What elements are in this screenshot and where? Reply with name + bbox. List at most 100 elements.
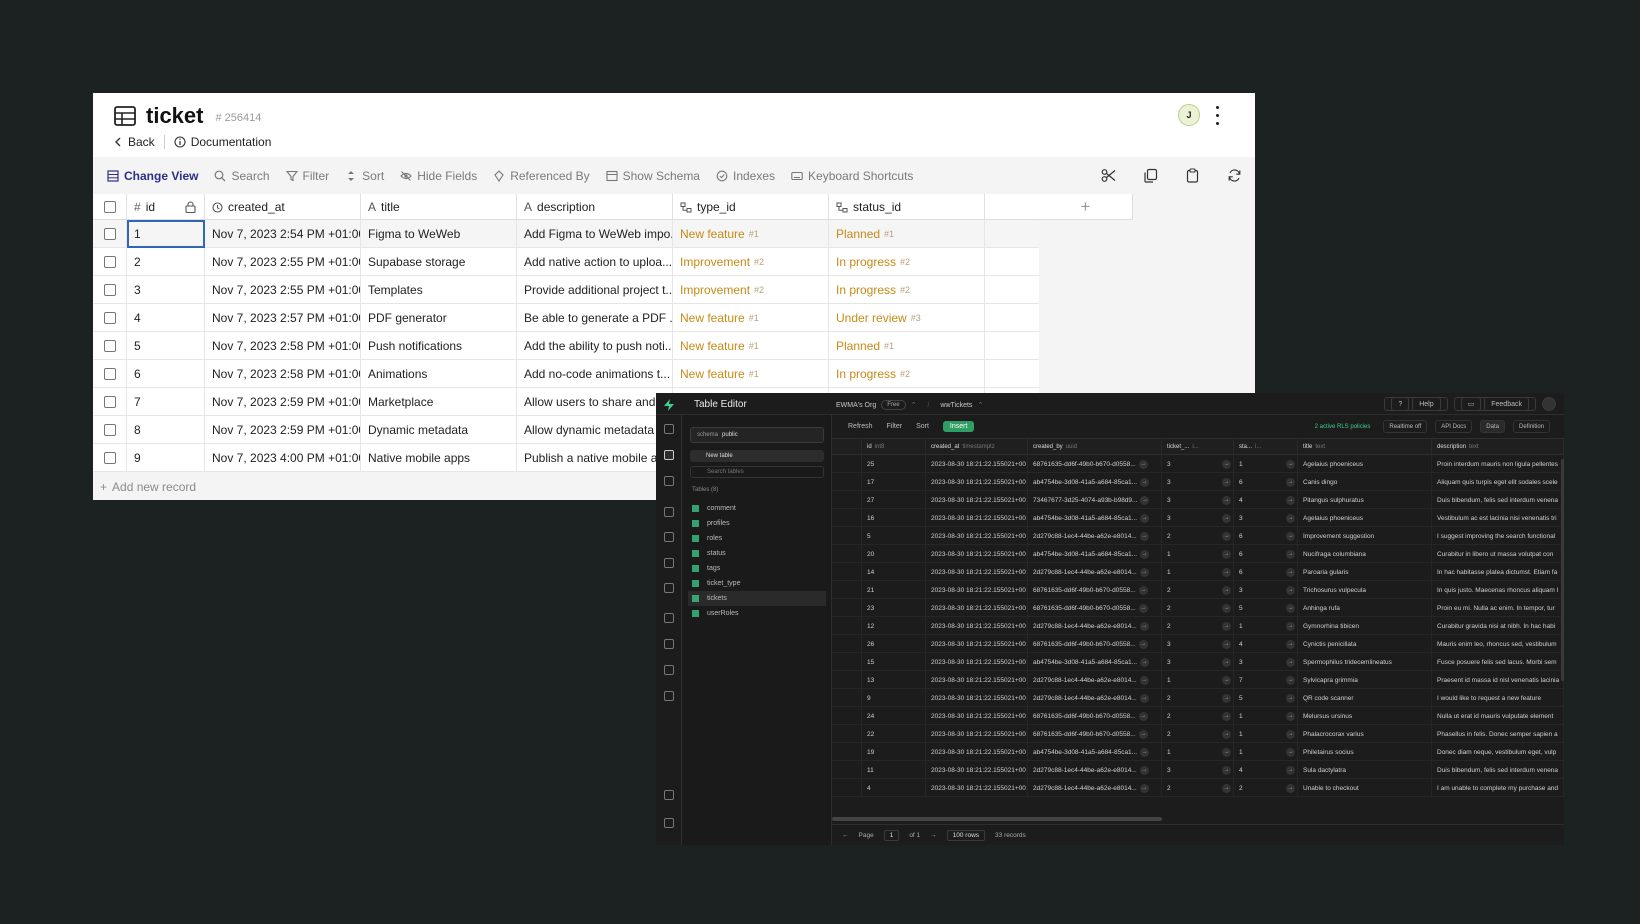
cell-ticket[interactable]: 1 → xyxy=(1162,671,1234,689)
cell-title[interactable]: Sylvicapra grimmia xyxy=(1298,671,1432,689)
table-row[interactable]: 16 2023-08-30 18:21:22.155021+00 ab4754be-… xyxy=(832,509,1564,527)
show-schema-button[interactable]: Show Schema xyxy=(606,169,700,183)
row-checkbox-cell[interactable] xyxy=(93,276,127,304)
arrow-right-icon[interactable]: → xyxy=(1286,477,1295,487)
cell-id[interactable]: 11 xyxy=(862,761,926,779)
cell-title[interactable]: Dynamic metadata xyxy=(361,416,517,444)
arrow-right-icon[interactable]: → xyxy=(1286,495,1295,505)
cell-created-at[interactable]: 2023-08-30 18:21:22.155021+00 xyxy=(926,563,1028,581)
cell-title[interactable]: Spermophilus tridecemlineatus xyxy=(1298,653,1432,671)
arrow-right-icon[interactable]: → xyxy=(1286,639,1295,649)
cell-status[interactable]: 4 → xyxy=(1234,491,1298,509)
org-name[interactable]: EWMA's Org xyxy=(836,402,876,409)
cell-created-at[interactable]: Nov 7, 2023 2:57 PM +01:00 xyxy=(205,304,361,332)
cell-created-by[interactable]: ab4754be-3d08-41a5-a684-85ca1... → xyxy=(1028,545,1162,563)
cell-title[interactable]: Nucifraga columbiana xyxy=(1298,545,1432,563)
cell-title[interactable]: Trichosurus vulpecula xyxy=(1298,581,1432,599)
arrow-right-icon[interactable]: → xyxy=(1140,549,1150,559)
table-row[interactable]: 24 2023-08-30 18:21:22.155021+00 68761635-… xyxy=(832,707,1564,725)
row-checkbox[interactable] xyxy=(832,563,862,581)
arrow-right-icon[interactable]: → xyxy=(1140,657,1150,667)
table-row[interactable]: 2 Nov 7, 2023 2:55 PM +01:00 Supabase stor… xyxy=(93,248,1039,276)
arrow-right-icon[interactable]: → xyxy=(1222,729,1231,739)
cell-created-at[interactable]: 2023-08-30 18:21:22.155021+00 xyxy=(926,545,1028,563)
cell-status[interactable]: 2 → xyxy=(1234,779,1298,797)
table-row[interactable]: 15 2023-08-30 18:21:22.155021+00 ab4754be-… xyxy=(832,653,1564,671)
cell-id[interactable]: 23 xyxy=(862,599,926,617)
cell-created-at[interactable]: 2023-08-30 18:21:22.155021+00 xyxy=(926,635,1028,653)
sql-editor-icon[interactable] xyxy=(664,476,674,486)
arrow-right-icon[interactable]: → xyxy=(1222,459,1231,469)
row-checkbox-cell[interactable] xyxy=(93,416,127,444)
add-column-button[interactable]: + xyxy=(1039,194,1133,220)
arrow-right-icon[interactable]: → xyxy=(1222,477,1231,487)
cell-id[interactable]: 26 xyxy=(862,635,926,653)
cell-ticket[interactable]: 2 → xyxy=(1162,707,1234,725)
cell-created-at[interactable]: Nov 7, 2023 2:55 PM +01:00 xyxy=(205,248,361,276)
cell-title[interactable]: Anhinga rufa xyxy=(1298,599,1432,617)
sidebar-item-status[interactable]: status xyxy=(692,546,826,561)
cell-ticket[interactable]: 2 → xyxy=(1162,599,1234,617)
arrow-right-icon[interactable]: → xyxy=(1139,531,1149,541)
cell-created-at[interactable]: 2023-08-30 18:21:22.155021+00 xyxy=(926,743,1028,761)
cell-description[interactable]: Add native action to uploa... xyxy=(517,248,673,276)
cell-id[interactable]: 20 xyxy=(862,545,926,563)
row-checkbox[interactable] xyxy=(832,689,862,707)
row-checkbox[interactable] xyxy=(832,725,862,743)
cell-created-by[interactable]: ab4754be-3d08-41a5-a684-85ca1... → xyxy=(1028,473,1162,491)
cell-ticket[interactable]: 2 → xyxy=(1162,689,1234,707)
vertical-scrollbar[interactable] xyxy=(1561,459,1564,681)
cell-id[interactable]: 5 xyxy=(862,527,926,545)
column-header-description[interactable]: Adescription xyxy=(517,194,673,220)
table-row[interactable]: 4 2023-08-30 18:21:22.155021+00 2d279c88-1… xyxy=(832,779,1564,797)
arrow-right-icon[interactable]: → xyxy=(1139,621,1149,631)
rls-policies-link[interactable]: 2 active RLS policies xyxy=(1310,420,1376,433)
cell-title[interactable]: Phalacrocorax varius xyxy=(1298,725,1432,743)
cell-description[interactable]: Proin interdum mauris non ligula pellent… xyxy=(1432,455,1564,473)
row-checkbox[interactable] xyxy=(832,761,862,779)
cell-created-by[interactable]: 2d279c88-1ec4-44be-a62e-e8014... → xyxy=(1028,671,1162,689)
cell-description[interactable]: I am unable to complete my purchase and xyxy=(1432,779,1564,797)
arrow-right-icon[interactable]: → xyxy=(1286,675,1295,685)
cell-created-at[interactable]: Nov 7, 2023 4:00 PM +01:00 xyxy=(205,444,361,472)
cell-status[interactable]: 4 → xyxy=(1234,635,1298,653)
cell-description[interactable]: In hac habitasse platea dictumst. Etiam … xyxy=(1432,563,1564,581)
table-row[interactable]: 4 Nov 7, 2023 2:57 PM +01:00 PDF generator… xyxy=(93,304,1039,332)
column-header-description[interactable]: description text xyxy=(1432,439,1564,455)
arrow-right-icon[interactable]: → xyxy=(1222,603,1231,613)
arrow-right-icon[interactable]: → xyxy=(1139,675,1149,685)
table-row[interactable]: 26 2023-08-30 18:21:22.155021+00 68761635-… xyxy=(832,635,1564,653)
cell-created-at[interactable]: Nov 7, 2023 2:59 PM +01:00 xyxy=(205,416,361,444)
cell-created-at[interactable]: 2023-08-30 18:21:22.155021+00 xyxy=(926,491,1028,509)
table-row[interactable]: 19 2023-08-30 18:21:22.155021+00 ab4754be-… xyxy=(832,743,1564,761)
table-row[interactable]: 12 2023-08-30 18:21:22.155021+00 2d279c88-… xyxy=(832,617,1564,635)
copy-button[interactable] xyxy=(1129,168,1171,183)
arrow-right-icon[interactable]: → xyxy=(1222,531,1231,541)
paste-button[interactable] xyxy=(1171,168,1213,183)
table-row[interactable]: 1 Nov 7, 2023 2:54 PM +01:00 Figma to WeWe… xyxy=(93,220,1039,248)
row-checkbox[interactable] xyxy=(832,473,862,491)
cell-ticket[interactable]: 3 → xyxy=(1162,635,1234,653)
cell-title[interactable]: Pitangus sulphuratus xyxy=(1298,491,1432,509)
cell-ticket[interactable]: 2 → xyxy=(1162,779,1234,797)
feedback-button[interactable]: ▭ Feedback xyxy=(1453,397,1536,411)
indexes-button[interactable]: Indexes xyxy=(716,169,775,183)
tab-definition[interactable]: Definition xyxy=(1512,420,1550,433)
sidebar-item-roles[interactable]: roles xyxy=(692,531,826,546)
cell-created-at[interactable]: 2023-08-30 18:21:22.155021+00 xyxy=(926,671,1028,689)
cell-created-at[interactable]: Nov 7, 2023 2:54 PM +01:00 xyxy=(205,220,361,248)
cell-created-at[interactable]: 2023-08-30 18:21:22.155021+00 xyxy=(926,689,1028,707)
cell-title[interactable]: Push notifications xyxy=(361,332,517,360)
refresh-button[interactable]: Refresh xyxy=(848,423,873,430)
arrow-right-icon[interactable]: → xyxy=(1222,621,1231,631)
column-header-type-id[interactable]: type_id xyxy=(673,194,829,220)
cell-id[interactable]: 27 xyxy=(862,491,926,509)
arrow-right-icon[interactable]: → xyxy=(1222,495,1231,505)
new-table-button[interactable]: New table xyxy=(690,450,824,462)
table-row[interactable]: 9 2023-08-30 18:21:22.155021+00 2d279c88-1… xyxy=(832,689,1564,707)
row-checkbox-cell[interactable] xyxy=(93,360,127,388)
arrow-right-icon[interactable]: → xyxy=(1222,567,1231,577)
cell-status[interactable]: 7 → xyxy=(1234,671,1298,689)
table-row[interactable]: 5 Nov 7, 2023 2:58 PM +01:00 Push notifica… xyxy=(93,332,1039,360)
cell-description[interactable]: Praesent id massa id nisl venenatis laci… xyxy=(1432,671,1564,689)
